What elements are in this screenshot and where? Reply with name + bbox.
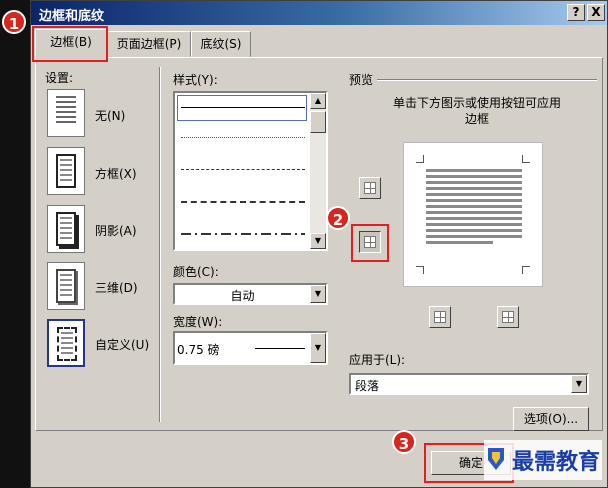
watermark: 最需教育	[484, 440, 602, 480]
style-option-solid[interactable]	[181, 107, 305, 108]
setting-custom-label[interactable]: 自定义(U)	[95, 336, 149, 353]
style-option-dotted[interactable]	[181, 137, 305, 138]
close-button[interactable]: X	[587, 4, 605, 21]
setting-3d-icon[interactable]	[47, 262, 85, 310]
style-option-dashed-short[interactable]	[181, 169, 305, 170]
borders-shading-dialog: 边框和底纹 ? X 边框(B) 页面边框(P) 底纹(S) 设置: 无(N) 方…	[30, 0, 608, 488]
selected-style-outline	[177, 95, 307, 121]
watermark-text: 最需教育	[512, 449, 601, 475]
scroll-thumb[interactable]	[310, 111, 326, 133]
color-select[interactable]: 自动 ▼	[173, 283, 328, 305]
help-button[interactable]: ?	[567, 4, 585, 21]
tab-page-border[interactable]: 页面边框(P)	[107, 31, 191, 57]
highlight-inside-border	[351, 224, 389, 262]
settings-header: 设置:	[45, 71, 74, 85]
preview-rule	[377, 79, 597, 81]
style-header: 样式(Y):	[173, 73, 218, 87]
style-scrollbar[interactable]: ▲ ▼	[310, 93, 326, 249]
setting-none-label[interactable]: 无(N)	[95, 107, 125, 124]
chevron-down-icon[interactable]: ▼	[310, 285, 326, 303]
step-badge-1: 1	[2, 10, 26, 34]
style-listbox[interactable]: ▲ ▼	[173, 91, 328, 251]
tab-shading[interactable]: 底纹(S)	[191, 31, 251, 57]
apply-to-label: 应用于(L):	[349, 353, 406, 367]
setting-box-label[interactable]: 方框(X)	[95, 165, 137, 182]
border-left-icon	[434, 311, 446, 323]
chevron-down-icon[interactable]: ▼	[571, 375, 587, 393]
border-right-button[interactable]	[497, 306, 519, 328]
title-bar: 边框和底纹 ? X	[31, 1, 607, 25]
step-badge-3: 3	[392, 430, 416, 454]
setting-shadow-icon[interactable]	[47, 205, 85, 253]
scroll-down-icon[interactable]: ▼	[310, 233, 326, 249]
divider	[159, 67, 161, 422]
width-label: 宽度(W):	[173, 315, 223, 329]
style-option-dash-dot[interactable]	[181, 233, 305, 235]
background-strip	[0, 0, 30, 488]
width-select[interactable]: 0.75 磅 ▼	[173, 331, 328, 365]
highlight-borders-tab	[32, 26, 108, 62]
step-badge-2: 2	[326, 206, 350, 230]
border-top-icon	[364, 182, 376, 194]
setting-shadow-label[interactable]: 阴影(A)	[95, 222, 137, 239]
setting-none-icon[interactable]	[47, 89, 85, 137]
color-value: 自动	[230, 289, 255, 303]
scroll-up-icon[interactable]: ▲	[310, 93, 326, 109]
preview-page[interactable]	[403, 142, 543, 287]
apply-to-value: 段落	[355, 379, 380, 393]
setting-3d-label[interactable]: 三维(D)	[95, 279, 138, 296]
watermark-logo-icon	[488, 448, 504, 470]
width-line-sample	[255, 348, 305, 349]
preview-header: 预览	[349, 73, 374, 87]
dialog-title: 边框和底纹	[39, 9, 105, 24]
style-option-dashed-long[interactable]	[181, 201, 305, 203]
border-left-button[interactable]	[429, 306, 451, 328]
border-right-icon	[502, 311, 514, 323]
preview-text-lines	[426, 169, 522, 247]
options-button[interactable]: 选项(O)...	[513, 407, 589, 431]
setting-box-icon[interactable]	[47, 147, 85, 195]
apply-to-select[interactable]: 段落 ▼	[349, 373, 589, 395]
width-value: 0.75 磅	[177, 343, 220, 357]
color-label: 颜色(C):	[173, 265, 219, 279]
setting-custom-icon[interactable]	[47, 319, 85, 367]
preview-instruction: 单击下方图示或使用按钮可应用边框	[393, 96, 562, 126]
chevron-down-icon[interactable]: ▼	[310, 333, 326, 363]
border-top-button[interactable]	[359, 177, 381, 199]
